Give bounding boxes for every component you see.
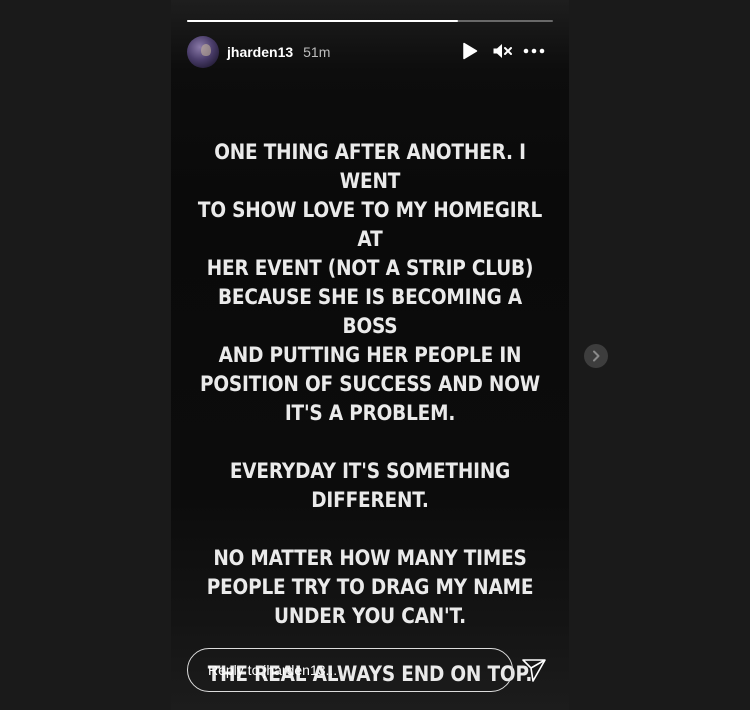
- mute-button[interactable]: [491, 40, 513, 62]
- username[interactable]: jharden13: [227, 44, 293, 60]
- story-header: jharden13 51m: [187, 36, 553, 68]
- story-text: ONE THING AFTER ANOTHER. I WENT TO SHOW …: [195, 138, 545, 710]
- story-card[interactable]: jharden13 51m ONE THING AFTER ANOTHER. I…: [171, 0, 569, 710]
- avatar[interactable]: [187, 36, 219, 68]
- paper-plane-icon: [522, 659, 546, 682]
- reply-input[interactable]: Reply to jharden13...: [187, 648, 513, 692]
- story-progress-fill: [187, 20, 458, 22]
- story-text-block: EVERYDAY IT'S SOMETHING DIFFERENT.: [229, 459, 511, 512]
- story-viewer: jharden13 51m ONE THING AFTER ANOTHER. I…: [0, 0, 750, 710]
- more-options-button[interactable]: [523, 40, 545, 62]
- reply-placeholder: Reply to jharden13...: [208, 662, 338, 678]
- chevron-right-icon: [593, 350, 600, 362]
- story-progress-bar: [187, 20, 553, 22]
- more-options-icon: [523, 48, 545, 54]
- send-button[interactable]: [521, 657, 547, 683]
- muted-speaker-icon: [493, 44, 512, 58]
- play-button[interactable]: [459, 40, 481, 62]
- story-text-block: NO MATTER HOW MANY TIMES PEOPLE TRY TO D…: [206, 546, 534, 628]
- timestamp: 51m: [303, 44, 331, 60]
- story-text-block: ONE THING AFTER ANOTHER. I WENT TO SHOW …: [197, 140, 543, 425]
- reply-row: Reply to jharden13...: [187, 648, 553, 692]
- story-controls: [459, 40, 545, 62]
- play-icon: [463, 42, 478, 60]
- next-story-button[interactable]: [584, 344, 608, 368]
